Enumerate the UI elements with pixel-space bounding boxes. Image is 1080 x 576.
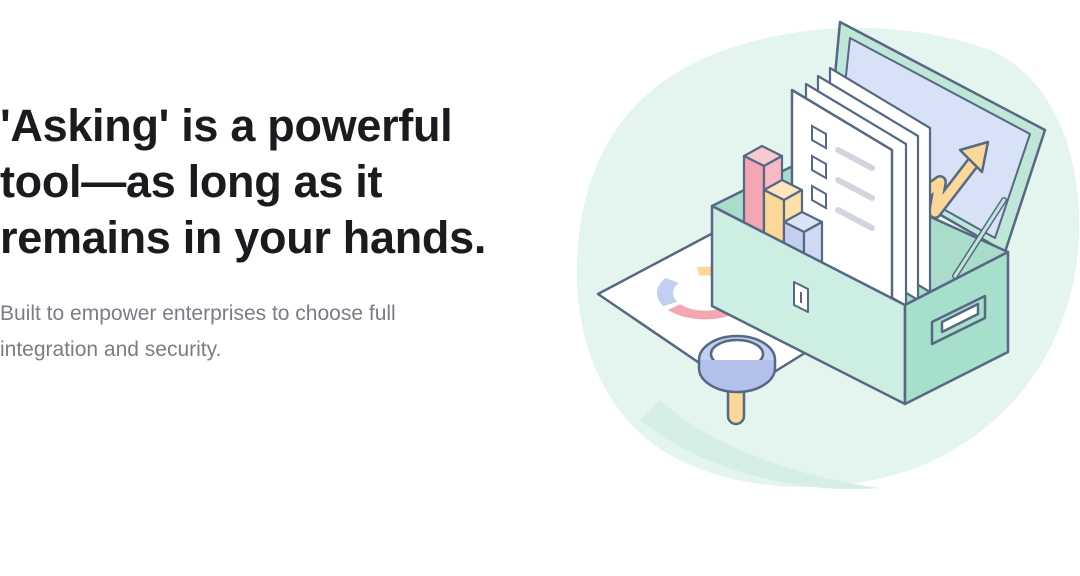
hero-section: 'Asking' is a powerful tool—as long as i…	[0, 0, 1080, 576]
hero-title: 'Asking' is a powerful tool—as long as i…	[0, 100, 487, 263]
hero-subtitle: Built to empower enterprises to choose f…	[0, 302, 396, 361]
hero-illustration	[570, 14, 1080, 500]
hero-text-block: 'Asking' is a powerful tool—as long as i…	[0, 98, 520, 368]
toolbox-illustration-icon	[576, 20, 1080, 490]
